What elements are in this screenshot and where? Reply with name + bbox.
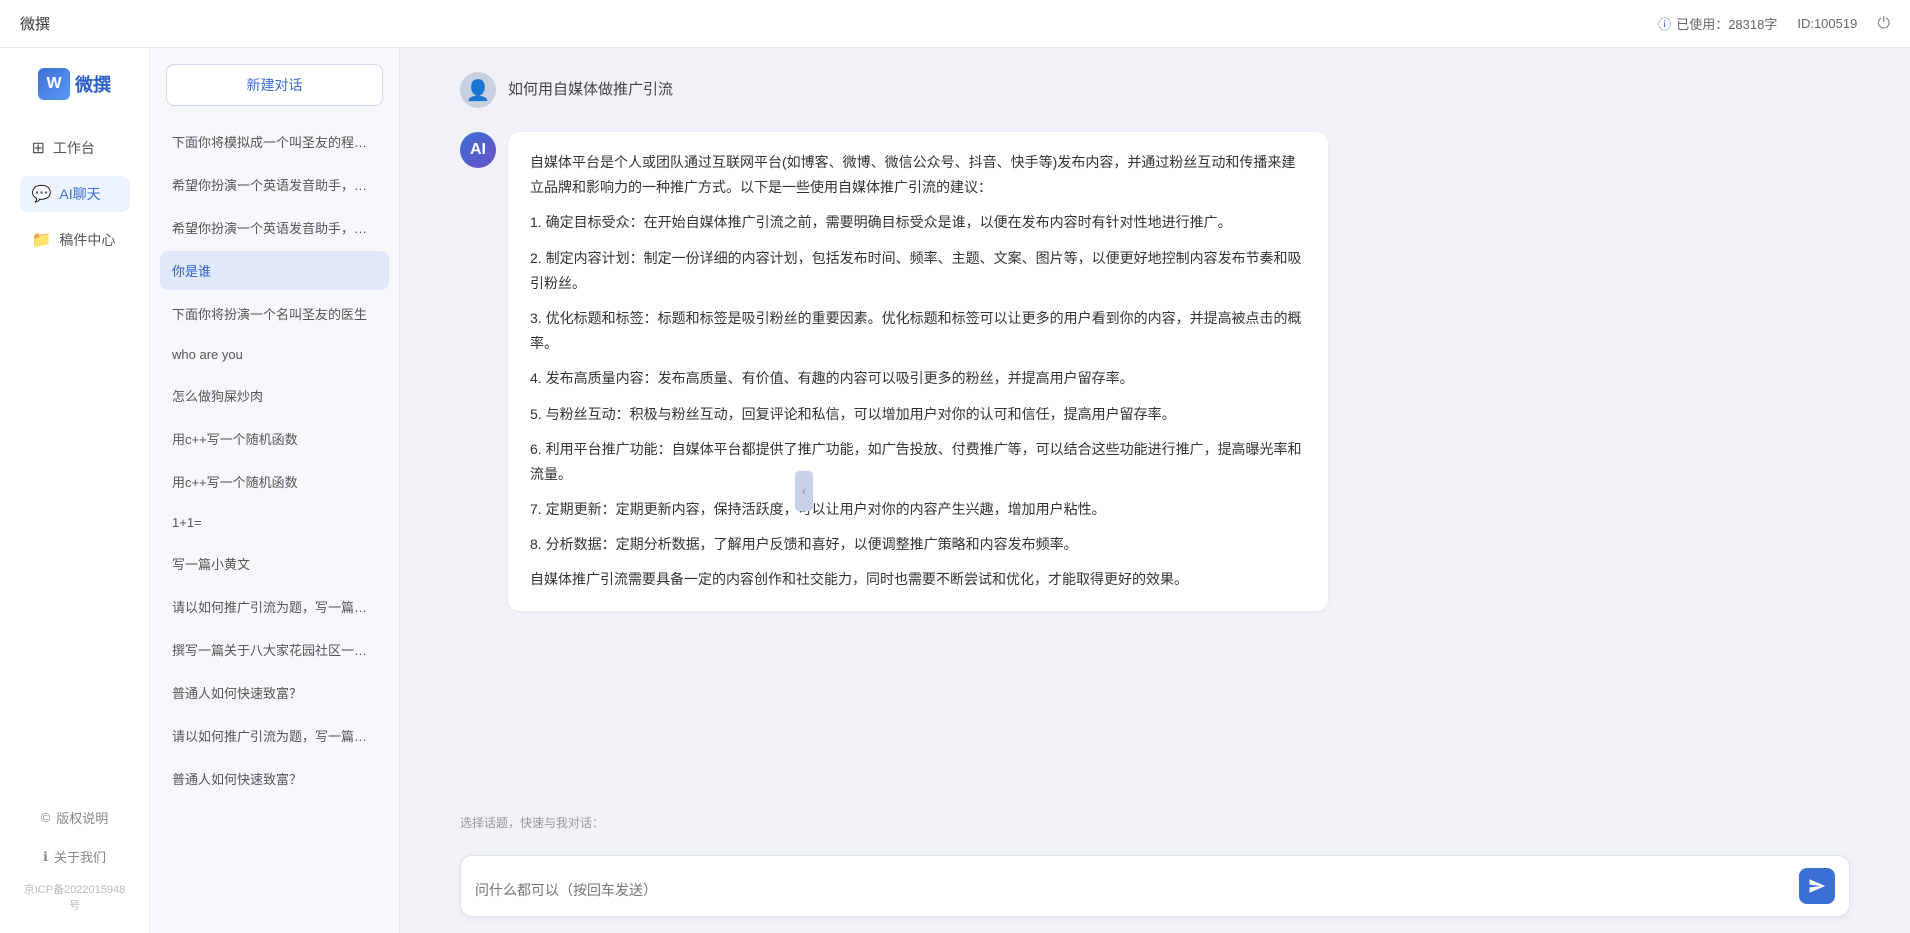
conversation-item[interactable]: 撰写一篇关于八大家花园社区一刻钟便民生...	[160, 630, 389, 669]
ai-response-paragraph: 自媒体平台是个人或团队通过互联网平台(如博客、微博、微信公众号、抖音、快手等)发…	[530, 150, 1306, 200]
conversation-item[interactable]: 下面你将模拟成一个叫圣友的程序员，我说...	[160, 122, 389, 161]
workbench-icon: ⊞	[32, 138, 45, 158]
quick-topics-area: 选择话题，快速与我对话：	[400, 804, 1910, 845]
new-conversation-button[interactable]: 新建对话	[166, 64, 383, 106]
nav-drafts-label: 稿件中心	[59, 230, 115, 250]
logo-w-icon: W	[38, 68, 70, 100]
conversation-item[interactable]: 普通人如何快速致富？	[160, 673, 389, 712]
ai-response-paragraph: 6. 利用平台推广功能：自媒体平台都提供了推广功能，如广告投放、付费推广等，可以…	[530, 437, 1306, 487]
ai-response-paragraph: 自媒体推广引流需要具备一定的内容创作和社交能力，同时也需要不断尝试和优化，才能取…	[530, 567, 1306, 592]
usage-label: 已使用：28318字	[1676, 14, 1777, 33]
icp-text: 京ICP备2022015948号	[20, 881, 129, 913]
ai-response-paragraph: 8. 分析数据：定期分析数据，了解用户反馈和喜好，以便调整推广策略和内容发布频率…	[530, 532, 1306, 557]
nav-workbench[interactable]: ⊞ 工作台	[20, 130, 130, 166]
logo-text: 微撰	[75, 71, 111, 97]
user-avatar: 👤	[460, 72, 496, 108]
user-message-row: 👤 如何用自媒体做推广引流	[460, 72, 1850, 108]
ai-response-paragraph: 3. 优化标题和标签：标题和标签是吸引粉丝的重要因素。优化标题和标签可以让更多的…	[530, 306, 1306, 356]
topbar: 微撰 ⓘ 已使用：28318字 ID:100519 ⏻	[0, 0, 1910, 48]
topbar-right: ⓘ 已使用：28318字 ID:100519 ⏻	[1658, 14, 1890, 33]
ai-response-paragraph: 7. 定期更新：定期更新内容，保持活跃度，可以让用户对你的内容产生兴趣，增加用户…	[530, 497, 1306, 522]
conversation-item[interactable]: 希望你扮演一个英语发音助手，我提供给你...	[160, 208, 389, 247]
conversation-item[interactable]: 怎么做狗屎炒肉	[160, 376, 389, 415]
conversation-item[interactable]: 请以如何推广引流为题，写一篇大纲	[160, 716, 389, 755]
ai-response-paragraph: 5. 与粉丝互动：积极与粉丝互动，回复评论和私信，可以增加用户对你的认可和信任，…	[530, 402, 1306, 427]
conversation-item[interactable]: 用c++写一个随机函数	[160, 462, 389, 501]
conversation-item[interactable]: 下面你将扮演一个名叫圣友的医生	[160, 294, 389, 333]
ai-avatar: AI	[460, 132, 496, 168]
conversation-item[interactable]: 1+1=	[160, 505, 389, 540]
input-wrapper	[460, 855, 1850, 917]
ai-response-bubble: 自媒体平台是个人或团队通过互联网平台(如博客、微博、微信公众号、抖音、快手等)发…	[508, 132, 1328, 611]
copyright-icon: ©	[41, 810, 51, 825]
conversation-item[interactable]: 请以如何推广引流为题，写一篇大纲	[160, 587, 389, 626]
conversation-item[interactable]: 普通人如何快速致富？	[160, 759, 389, 798]
nav-workbench-label: 工作台	[53, 138, 95, 158]
conversation-item[interactable]: 用c++写一个随机函数	[160, 419, 389, 458]
input-area	[400, 845, 1910, 933]
collapse-panel-button[interactable]: ‹	[795, 471, 813, 511]
about-label: 关于我们	[54, 847, 106, 866]
ai-response-paragraph: 1. 确定目标受众：在开始自媒体推广引流之前，需要明确目标受众是谁，以便在发布内…	[530, 210, 1306, 235]
conversation-item[interactable]: 写一篇小黄文	[160, 544, 389, 583]
info-icon: ⓘ	[1658, 14, 1671, 33]
drafts-icon: 📁	[32, 230, 52, 250]
conversation-item[interactable]: who are you	[160, 337, 389, 372]
usage-info: ⓘ 已使用：28318字	[1658, 14, 1777, 33]
nav-ai-chat[interactable]: 💬 AI聊天	[20, 176, 130, 212]
ai-message-content: 自媒体平台是个人或团队通过互联网平台(如博客、微博、微信公众号、抖音、快手等)发…	[508, 132, 1328, 611]
about-icon: ℹ	[43, 849, 48, 865]
topbar-title: 微撰	[20, 13, 50, 34]
nav-ai-chat-label: AI聊天	[59, 184, 100, 204]
quick-topics-label: 选择话题，快速与我对话：	[460, 814, 1850, 831]
ai-chat-icon: 💬	[32, 184, 52, 204]
ai-avatar-icon: AI	[470, 141, 486, 159]
logo-area: W 微撰	[38, 68, 111, 100]
conversation-panel: 新建对话 下面你将模拟成一个叫圣友的程序员，我说... 希望你扮演一个英语发音助手…	[150, 48, 400, 933]
send-icon	[1808, 877, 1826, 895]
user-avatar-icon: 👤	[466, 78, 491, 103]
left-sidebar: W 微撰 ⊞ 工作台 💬 AI聊天 📁 稿件中心 © 版权说明 ℹ 关于我们 京…	[0, 48, 150, 933]
conversation-item[interactable]: 你是谁	[160, 251, 389, 290]
copyright-item[interactable]: © 版权说明	[41, 803, 109, 832]
id-label: ID:100519	[1797, 16, 1857, 31]
chat-messages: 👤 如何用自媒体做推广引流 AI 自媒体平台是个人或团队通过互联网平台(如博客、…	[400, 48, 1910, 804]
chat-input[interactable]	[475, 880, 1789, 904]
conversation-list: 下面你将模拟成一个叫圣友的程序员，我说... 希望你扮演一个英语发音助手，我提供给…	[150, 122, 399, 933]
user-question-text: 如何用自媒体做推广引流	[508, 72, 673, 99]
chat-area: 👤 如何用自媒体做推广引流 AI 自媒体平台是个人或团队通过互联网平台(如博客、…	[400, 48, 1910, 933]
power-icon[interactable]: ⏻	[1877, 15, 1890, 33]
nav-drafts[interactable]: 📁 稿件中心	[20, 222, 130, 258]
about-item[interactable]: ℹ 关于我们	[43, 842, 106, 871]
ai-message-row: AI 自媒体平台是个人或团队通过互联网平台(如博客、微博、微信公众号、抖音、快手…	[460, 132, 1850, 611]
copyright-label: 版权说明	[56, 808, 108, 827]
send-button[interactable]	[1799, 868, 1835, 904]
ai-response-paragraph: 2. 制定内容计划：制定一份详细的内容计划，包括发布时间、频率、主题、文案、图片…	[530, 246, 1306, 296]
conversation-item[interactable]: 希望你扮演一个英语发音助手，我提供给你...	[160, 165, 389, 204]
sidebar-footer: © 版权说明 ℹ 关于我们 京ICP备2022015948号	[0, 803, 149, 913]
user-message-content: 如何用自媒体做推广引流	[508, 72, 673, 99]
ai-response-paragraph: 4. 发布高质量内容：发布高质量、有价值、有趣的内容可以吸引更多的粉丝，并提高用…	[530, 366, 1306, 391]
